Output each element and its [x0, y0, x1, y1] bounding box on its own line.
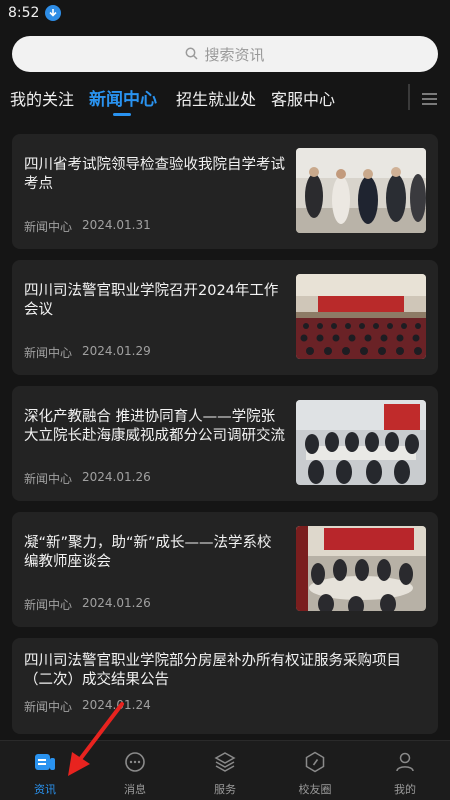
nav-label: 资讯: [34, 783, 56, 796]
tab-admissions[interactable]: 招生就业处: [176, 86, 256, 110]
article-thumbnail: [296, 526, 426, 611]
article-card[interactable]: 深化产教融合 推进协同育人——学院张大立院长赴海康威视成都分公司调研交流 新闻中…: [12, 386, 438, 501]
article-thumbnail: [296, 274, 426, 359]
article-title: 凝“新”聚力，助“新”成长——法学系校编教师座谈会: [24, 535, 272, 570]
article-date: 2024.01.26: [82, 596, 151, 610]
article-thumbnail: [296, 400, 426, 485]
article-card[interactable]: 凝“新”聚力，助“新”成长——法学系校编教师座谈会 新闻中心 2024.01.2…: [12, 512, 438, 627]
nav-item-alumni[interactable]: 校友圈: [270, 741, 360, 800]
article-card[interactable]: 四川省考试院领导检查验收我院自学考试考点 新闻中心 2024.01.31: [12, 134, 438, 249]
search-icon: [185, 45, 199, 64]
article-thumbnail: [296, 148, 426, 233]
nav-label: 校友圈: [298, 783, 332, 796]
news-icon: [34, 751, 56, 777]
search-input[interactable]: 搜索资讯: [12, 36, 438, 72]
article-title: 四川司法警官职业学院部分房屋补办所有权证服务采购项目（二次）成交结果公告: [24, 653, 401, 688]
tab-customer-service[interactable]: 客服中心: [271, 86, 335, 110]
article-category: 新闻中心: [24, 472, 73, 486]
menu-icon[interactable]: [422, 93, 437, 105]
nav-item-services[interactable]: 服务: [180, 741, 270, 800]
download-icon: [45, 5, 62, 21]
status-bar: 8:52: [0, 0, 450, 26]
article-title: 四川司法警官职业学院召开2024年工作会议: [24, 283, 279, 318]
tab-news-center[interactable]: 新闻中心: [89, 85, 157, 110]
nav-item-profile[interactable]: 我的: [360, 741, 450, 800]
article-card[interactable]: 四川司法警官职业学院部分房屋补办所有权证服务采购项目（二次）成交结果公告 新闻中…: [12, 638, 438, 734]
nav-item-news[interactable]: 资讯: [0, 741, 90, 800]
article-title: 深化产教融合 推进协同育人——学院张大立院长赴海康威视成都分公司调研交流: [24, 409, 285, 444]
article-meta: 新闻中心 2024.01.26: [24, 470, 151, 487]
article-meta: 新闻中心 2024.01.26: [24, 596, 151, 613]
article-meta: 新闻中心 2024.01.29: [24, 344, 151, 361]
compass-icon: [304, 751, 326, 777]
article-meta: 新闻中心 2024.01.31: [24, 218, 151, 235]
article-category: 新闻中心: [24, 346, 73, 360]
article-date: 2024.01.31: [82, 218, 151, 232]
message-icon: [124, 751, 146, 777]
user-icon: [394, 751, 416, 777]
active-tab-indicator: [113, 113, 131, 116]
article-meta: 新闻中心 2024.01.24: [24, 698, 151, 715]
category-tabs: 我的关注 新闻中心 招生就业处 客服中心: [0, 80, 450, 120]
article-date: 2024.01.26: [82, 470, 151, 484]
bottom-nav: 资讯 消息 服务 校友圈 我的: [0, 740, 450, 800]
tab-my-follow[interactable]: 我的关注: [10, 86, 74, 110]
article-card[interactable]: 四川司法警官职业学院召开2024年工作会议 新闻中心 2024.01.29: [12, 260, 438, 375]
nav-item-messages[interactable]: 消息: [90, 741, 180, 800]
article-category: 新闻中心: [24, 700, 73, 714]
article-category: 新闻中心: [24, 220, 73, 234]
status-time: 8:52: [8, 5, 40, 21]
tab-divider: [408, 84, 410, 110]
article-category: 新闻中心: [24, 598, 73, 612]
article-title: 四川省考试院领导检查验收我院自学考试考点: [24, 157, 285, 192]
nav-label: 我的: [394, 783, 416, 796]
layers-icon: [214, 751, 236, 777]
search-placeholder: 搜索资讯: [204, 45, 265, 64]
article-date: 2024.01.29: [82, 344, 151, 358]
nav-label: 服务: [214, 783, 236, 796]
nav-label: 消息: [124, 783, 146, 796]
article-date: 2024.01.24: [82, 698, 151, 712]
